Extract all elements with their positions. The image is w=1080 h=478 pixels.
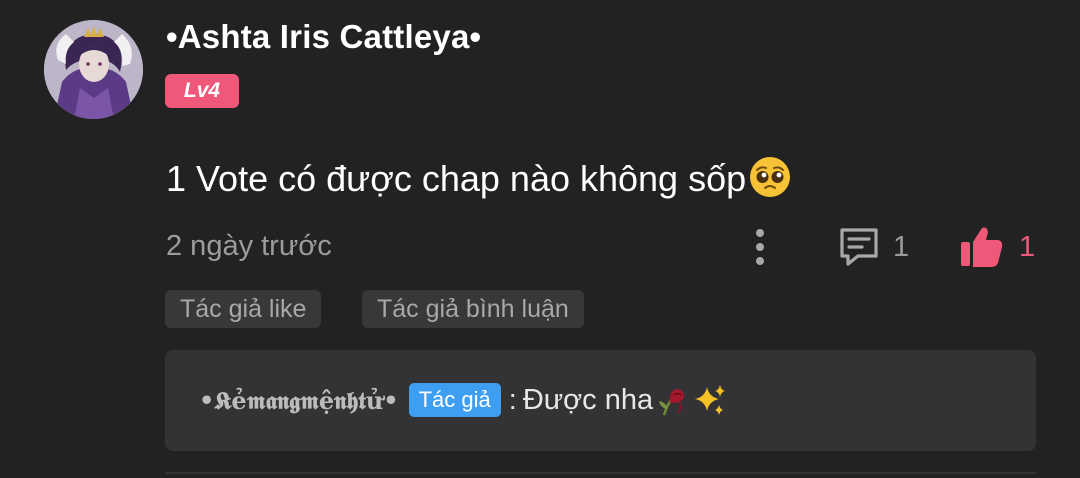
author-badge: Tác giả [408,383,501,417]
username[interactable]: •Ashta Iris Cattleya• [166,18,481,56]
author-like-tag: Tác giả like [165,290,322,328]
reply-line: •𝕶ẻ𝖒𝖆𝖓𝖌𝖒ệ𝖓𝖍𝖙ử• Tác giả : Được nha [199,383,727,417]
like-button[interactable]: 1 [958,222,1035,272]
author-reply-tag: Tác giả bình luận [362,290,584,328]
comment-time: 2 ngày trước [166,230,332,262]
author-reply-box[interactable]: •𝕶ẻ𝖒𝖆𝖓𝖌𝖒ệ𝖓𝖍𝖙ử• Tác giả : Được nha [165,350,1036,451]
comment-text-body: 1 Vote có được chap nào không sốp [166,158,747,199]
reply-separator: : [508,383,517,416]
pleading-face-emoji [748,155,792,199]
more-vertical-icon [756,229,764,265]
more-options-button[interactable] [745,226,775,268]
like-count: 1 [1019,230,1036,263]
avatar[interactable] [44,20,143,119]
sparkles-emoji [693,383,727,417]
wilted-flower-emoji [656,383,690,417]
reply-text: Được nha [522,383,654,416]
comment-item: •Ashta Iris Cattleya• Lv4 1 Vote có được… [0,0,1080,478]
divider [165,472,1036,474]
level-badge: Lv4 [165,74,239,108]
reply-button[interactable]: 1 [836,224,909,270]
reply-author-name[interactable]: •𝕶ẻ𝖒𝖆𝖓𝖌𝖒ệ𝖓𝖍𝖙ử• [199,386,399,415]
reply-count: 1 [893,230,910,263]
comment-icon [840,228,878,266]
comment-text: 1 Vote có được chap nào không sốp [166,155,792,200]
thumbs-up-icon [961,227,1003,267]
